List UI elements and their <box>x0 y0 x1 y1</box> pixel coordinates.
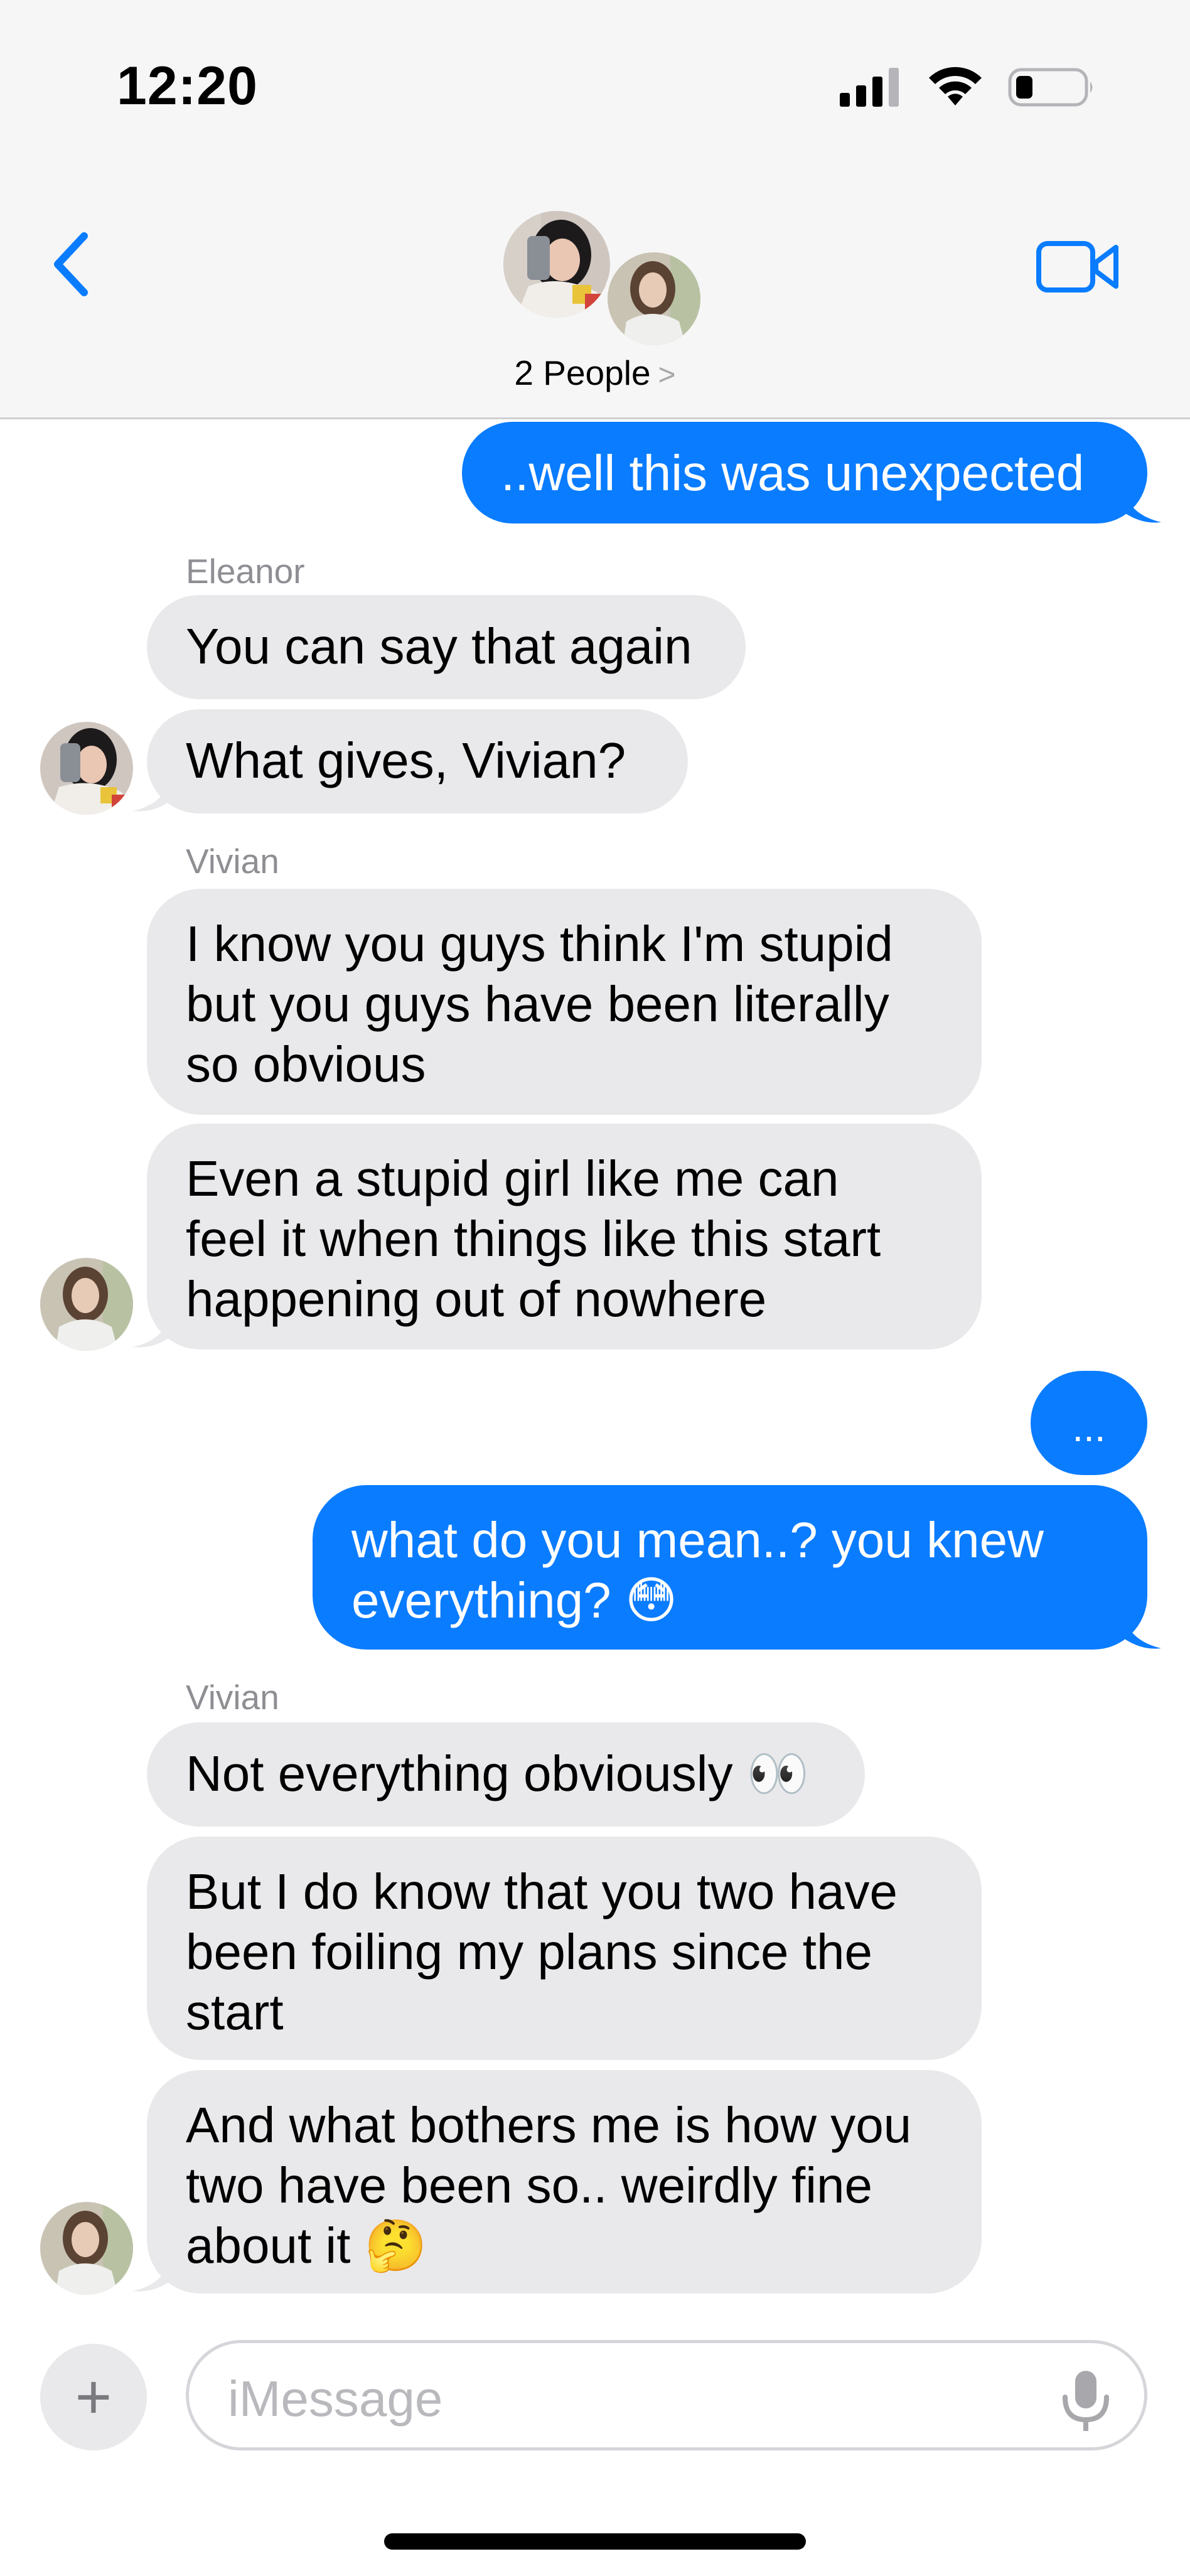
message-text: ..well this was unexpected <box>501 445 1085 501</box>
message-line: about it 🤔 <box>186 2218 427 2273</box>
sender-name: Vivian <box>186 842 279 881</box>
message-line: but you guys have been literally <box>186 976 889 1032</box>
message-input-field[interactable] <box>186 2340 1147 2450</box>
bubble-tail <box>1123 1616 1161 1649</box>
message-text: ... <box>1072 1405 1106 1450</box>
message-line: feel it when things like this start <box>186 1211 881 1267</box>
group-details-button[interactable]: 2 People > <box>0 353 1190 393</box>
message-text: What gives, Vivian? <box>186 733 626 788</box>
microphone-icon[interactable] <box>1058 2368 1114 2434</box>
signal-icon <box>840 68 899 107</box>
outgoing-message[interactable]: what do you mean..? you knew everything?… <box>313 1485 1147 1650</box>
apps-plus-button[interactable]: + <box>40 2344 147 2450</box>
incoming-message[interactable]: Even a stupid girl like me can feel it w… <box>147 1124 982 1350</box>
avatar-vivian[interactable] <box>40 1258 133 1351</box>
home-indicator[interactable] <box>384 2533 806 2550</box>
back-chevron-icon[interactable] <box>49 230 93 299</box>
incoming-message[interactable]: And what bothers me is how you two have … <box>147 2070 982 2294</box>
plus-icon: + <box>75 2361 112 2432</box>
sender-name: Eleanor <box>186 552 305 591</box>
incoming-message[interactable]: You can say that again <box>147 595 746 699</box>
sender-name: Vivian <box>186 1678 279 1717</box>
avatar-vivian[interactable] <box>40 2202 133 2295</box>
bubble-tail <box>133 2258 171 2292</box>
message-line: been foiling my plans since the <box>186 1924 872 1980</box>
message-line: two have been so.. weirdly fine <box>186 2157 872 2213</box>
message-line: I know you guys think I'm stupid <box>186 916 893 972</box>
message-line: And what bothers me is how you <box>186 2097 912 2153</box>
message-line: everything? 😳 <box>351 1572 678 1628</box>
message-input[interactable] <box>227 2368 982 2430</box>
status-icons <box>840 65 1096 109</box>
group-participant-count: 2 People <box>514 353 651 392</box>
incoming-message[interactable]: But I do know that you two have been foi… <box>147 1837 982 2060</box>
outgoing-message[interactable]: ..well this was unexpected <box>462 422 1147 523</box>
chevron-right-icon: > <box>658 358 676 392</box>
message-line: But I do know that you two have <box>186 1864 898 1919</box>
incoming-message[interactable]: I know you guys think I'm stupid but you… <box>147 889 982 1115</box>
bubble-tail <box>133 778 171 812</box>
message-line: start <box>186 1984 284 2040</box>
bubble-tail <box>1123 490 1161 523</box>
video-camera-icon[interactable] <box>1036 239 1121 295</box>
incoming-message[interactable]: Not everything obviously 👀 <box>147 1722 865 1827</box>
avatar-vivian[interactable] <box>604 249 704 349</box>
outgoing-message[interactable]: ... <box>1031 1371 1147 1475</box>
wifi-icon <box>929 67 982 105</box>
battery-icon <box>1008 68 1093 107</box>
message-line: Even a stupid girl like me can <box>186 1151 839 1206</box>
avatar-eleanor[interactable] <box>500 207 614 321</box>
message-line: what do you mean..? you knew <box>351 1512 1044 1568</box>
message-text: Not everything obviously 👀 <box>186 1746 810 1801</box>
message-line: so obvious <box>186 1036 426 1092</box>
bubble-tail <box>133 1314 171 1348</box>
avatar-eleanor[interactable] <box>40 722 133 815</box>
conversation-header: 12:20 2 People > <box>0 0 1190 419</box>
message-text: You can say that again <box>186 618 692 674</box>
incoming-message[interactable]: What gives, Vivian? <box>147 709 688 813</box>
status-time: 12:20 <box>117 56 258 116</box>
message-line: happening out of nowhere <box>186 1271 767 1327</box>
